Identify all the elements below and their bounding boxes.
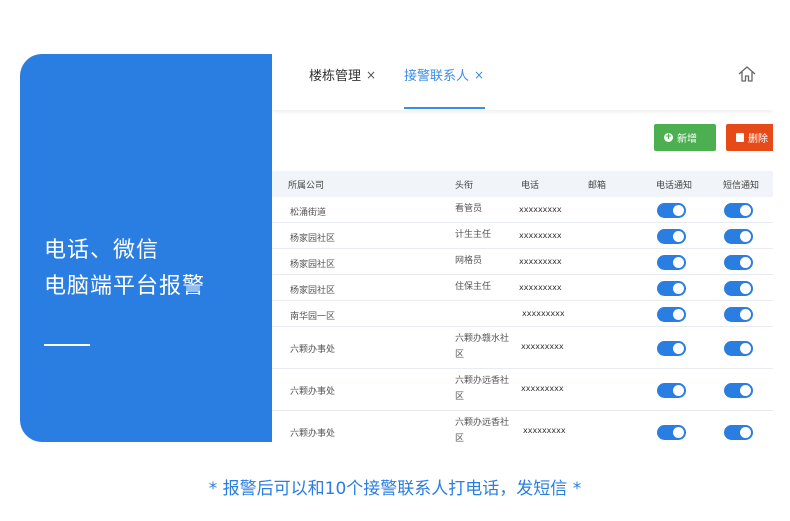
tab-building-management[interactable]: 楼栋管理 × [309, 65, 376, 85]
cell-title: 计生主任 [455, 230, 492, 240]
delete-button-label: 删除 [748, 134, 768, 145]
call-notify-toggle[interactable] [657, 341, 686, 356]
cell-title: 六颗办远香社区 [455, 376, 510, 402]
tab-label: 楼栋管理 [309, 69, 362, 84]
table-row[interactable]: 六颗办事处 六颗办赣水社区 xxxxxxxxx [272, 327, 773, 369]
hero-panel: 电话、微信 电脑端平台报警 [20, 54, 272, 442]
cell-company: 杨家园社区 [290, 260, 336, 270]
cell-phone: xxxxxxxxx [519, 205, 562, 214]
close-icon[interactable]: × [366, 68, 376, 82]
add-button[interactable]: + 新增 [654, 124, 716, 151]
column-header-phone: 电话 [521, 181, 540, 191]
sms-notify-toggle[interactable] [724, 255, 753, 270]
app-window: 楼栋管理 × 接警联系人 × + 新增 删除 所属公司 头衔 电话 邮箱 电话通… [272, 54, 773, 442]
cell-phone: xxxxxxxxx [519, 257, 562, 266]
cell-company: 六颗办事处 [290, 387, 336, 397]
cell-company: 松涌街道 [290, 208, 327, 218]
cell-company: 杨家园社区 [290, 286, 336, 296]
call-notify-toggle[interactable] [657, 255, 686, 270]
add-button-label: 新增 [677, 134, 697, 145]
table-row[interactable]: 六颗办事处 六颗办远香社区 xxxxxxxxx [272, 369, 773, 411]
table-header: 所属公司 头衔 电话 邮箱 电话通知 短信通知 [272, 171, 773, 197]
column-header-title: 头衔 [455, 181, 474, 191]
footer-caption: * 报警后可以和10个接警联系人打电话，发短信 * [208, 479, 582, 499]
active-tab-indicator [404, 107, 485, 109]
call-notify-toggle[interactable] [657, 229, 686, 244]
home-icon[interactable] [737, 64, 757, 84]
tab-bar: 楼栋管理 × 接警联系人 × [272, 54, 773, 110]
table-row[interactable]: 六颗办事处 六颗办远香社区 xxxxxxxxx [272, 411, 773, 442]
plus-circle-icon: + [664, 132, 673, 142]
column-header-email: 邮箱 [588, 181, 607, 191]
cell-phone: xxxxxxxxx [522, 309, 565, 318]
trash-icon [736, 133, 744, 142]
column-header-company: 所属公司 [288, 181, 325, 191]
call-notify-toggle[interactable] [657, 425, 686, 440]
call-notify-toggle[interactable] [657, 281, 686, 296]
delete-button[interactable]: 删除 [726, 124, 773, 151]
sms-notify-toggle[interactable] [724, 229, 753, 244]
cell-company: 杨家园社区 [290, 234, 336, 244]
cell-phone: xxxxxxxxx [521, 342, 564, 351]
column-header-call-notify: 电话通知 [656, 181, 693, 191]
cell-phone: xxxxxxxxx [519, 283, 562, 292]
table-row[interactable]: 杨家园社区 计生主任 xxxxxxxxx [272, 223, 773, 249]
close-icon[interactable]: × [474, 68, 484, 82]
cell-title: 看管员 [455, 204, 483, 214]
cell-phone: xxxxxxxxx [519, 231, 562, 240]
sms-notify-toggle[interactable] [724, 203, 753, 218]
table-row[interactable]: 南华园一区 xxxxxxxxx [272, 301, 773, 327]
cell-title: 六颗办远香社区 [455, 418, 510, 442]
sms-notify-toggle[interactable] [724, 281, 753, 296]
call-notify-toggle[interactable] [657, 203, 686, 218]
hero-title-line2: 电脑端平台报警 [44, 274, 206, 299]
cell-phone: xxxxxxxxx [523, 426, 566, 435]
call-notify-toggle[interactable] [657, 383, 686, 398]
cell-title: 住保主任 [455, 282, 492, 292]
table-row[interactable]: 杨家园社区 网格员 xxxxxxxxx [272, 249, 773, 275]
tab-label: 接警联系人 [404, 69, 470, 84]
cell-company: 六颗办事处 [290, 429, 336, 439]
cell-phone: xxxxxxxxx [521, 384, 564, 393]
sms-notify-toggle[interactable] [724, 341, 753, 356]
hero-title-line1: 电话、微信 [44, 238, 160, 263]
sms-notify-toggle[interactable] [724, 383, 753, 398]
table-row[interactable]: 杨家园社区 住保主任 xxxxxxxxx [272, 275, 773, 301]
tab-alarm-contacts[interactable]: 接警联系人 × [404, 65, 484, 85]
column-header-sms-notify: 短信通知 [723, 181, 760, 191]
cell-title: 六颗办赣水社区 [455, 334, 510, 360]
cell-company: 南华园一区 [290, 312, 336, 322]
sms-notify-toggle[interactable] [724, 307, 753, 322]
cell-title: 网格员 [455, 256, 483, 266]
hero-divider [44, 344, 90, 346]
call-notify-toggle[interactable] [657, 307, 686, 322]
sms-notify-toggle[interactable] [724, 425, 753, 440]
table-row[interactable]: 松涌街道 看管员 xxxxxxxxx [272, 197, 773, 223]
cell-company: 六颗办事处 [290, 345, 336, 355]
